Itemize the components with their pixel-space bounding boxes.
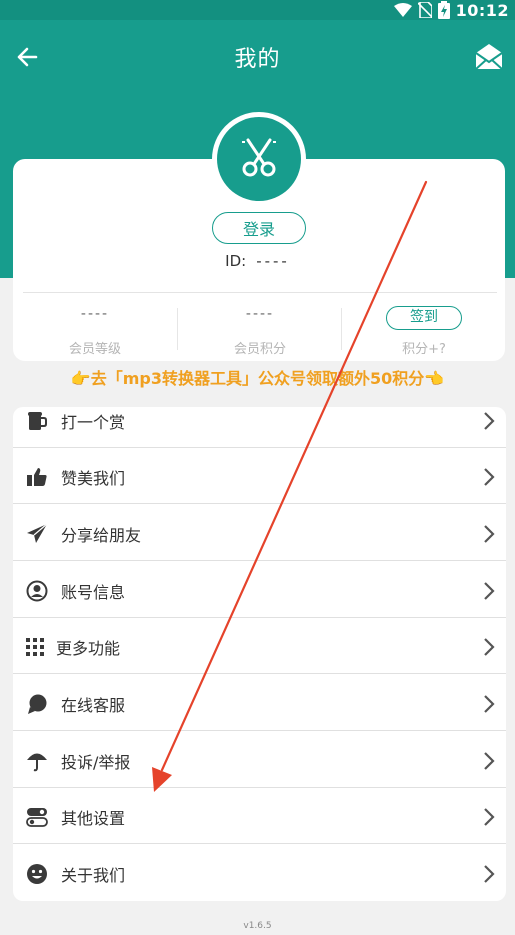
member-points-value: ---- bbox=[245, 306, 275, 322]
chevron-right-icon bbox=[484, 808, 495, 826]
app-logo bbox=[212, 112, 306, 206]
id-value: ---- bbox=[256, 252, 290, 270]
chevron-right-icon bbox=[484, 695, 495, 713]
chevron-right-icon bbox=[484, 752, 495, 770]
chevron-right-icon bbox=[484, 525, 495, 543]
menu-item-label: 其他设置 bbox=[61, 809, 126, 828]
chevron-right-icon bbox=[484, 412, 495, 430]
status-bar: 10:12 bbox=[0, 0, 515, 20]
member-level-value: ---- bbox=[80, 306, 110, 322]
menu-item-label: 关于我们 bbox=[61, 866, 126, 885]
member-points[interactable]: ---- 会员积分 bbox=[185, 306, 335, 357]
menu-item-label: 投诉/举报 bbox=[61, 753, 131, 772]
id-label: ID: bbox=[225, 252, 247, 270]
logo-badge bbox=[217, 117, 301, 201]
login-button[interactable]: 登录 bbox=[212, 212, 306, 244]
card-divider bbox=[23, 292, 497, 293]
sign-in-points-label: 积分+? bbox=[402, 342, 446, 357]
chat-bubble-icon bbox=[25, 692, 49, 716]
beer-mug-icon bbox=[25, 409, 49, 433]
menu-item-share[interactable]: 分享给朋友 bbox=[13, 505, 506, 561]
toggle-icon bbox=[25, 805, 49, 829]
user-circle-icon bbox=[25, 579, 49, 603]
member-points-label: 会员积分 bbox=[233, 342, 286, 357]
menu-item-label: 在线客服 bbox=[61, 696, 126, 715]
menu-item-label: 赞美我们 bbox=[61, 469, 126, 488]
battery-charging-icon bbox=[437, 1, 450, 19]
version-label: v1.6.5 bbox=[243, 921, 272, 931]
menu-item-customer-service[interactable]: 在线客服 bbox=[13, 675, 506, 731]
menu-item-label: 账号信息 bbox=[61, 583, 126, 602]
umbrella-icon bbox=[25, 749, 49, 773]
wifi-icon bbox=[393, 3, 412, 17]
chevron-right-icon bbox=[484, 865, 495, 883]
page-title: 我的 bbox=[234, 47, 281, 72]
member-level-label: 会员等级 bbox=[68, 342, 121, 357]
user-id: ID: ---- bbox=[0, 252, 515, 270]
menu-item-label: 更多功能 bbox=[56, 639, 121, 658]
member-level[interactable]: ---- 会员等级 bbox=[20, 306, 170, 357]
menu-item-label: 打一个赏 bbox=[61, 413, 126, 432]
divider bbox=[13, 560, 506, 561]
mail-icon bbox=[475, 44, 503, 70]
paper-plane-icon bbox=[25, 522, 49, 546]
divider bbox=[13, 730, 506, 731]
menu-item-report[interactable]: 投诉/举报 bbox=[13, 732, 506, 788]
sign-in-button[interactable]: 签到 bbox=[386, 306, 462, 330]
stat-divider bbox=[177, 308, 178, 350]
promo-banner[interactable]: 👉去「mp3转换器工具」公众号领取额外50积分👈 bbox=[0, 365, 515, 389]
divider bbox=[13, 503, 506, 504]
chevron-right-icon bbox=[484, 582, 495, 600]
sign-in-section: 签到 积分+? bbox=[349, 306, 499, 357]
status-icons: 10:12 bbox=[393, 0, 509, 20]
no-sim-icon bbox=[417, 2, 432, 18]
chevron-right-icon bbox=[484, 468, 495, 486]
menu-list: 打一个赏 赞美我们 分享给朋友 账号信息 更多功能 在线客服 投诉/举报 其他设… bbox=[13, 407, 506, 901]
menu-item-more-features[interactable]: 更多功能 bbox=[13, 618, 506, 674]
app-bar: 我的 bbox=[0, 20, 515, 92]
divider bbox=[13, 843, 506, 844]
divider bbox=[13, 673, 506, 674]
menu-item-reward[interactable]: 打一个赏 bbox=[13, 407, 506, 448]
menu-item-account[interactable]: 账号信息 bbox=[13, 562, 506, 618]
chevron-right-icon bbox=[484, 638, 495, 656]
scissors-icon bbox=[242, 138, 276, 177]
grid-icon bbox=[23, 635, 47, 659]
thumbs-up-icon bbox=[25, 465, 49, 489]
menu-item-other-settings[interactable]: 其他设置 bbox=[13, 788, 506, 844]
menu-item-label: 分享给朋友 bbox=[61, 526, 142, 545]
menu-item-praise[interactable]: 赞美我们 bbox=[13, 448, 506, 504]
mail-button[interactable] bbox=[471, 38, 507, 74]
stat-divider bbox=[341, 308, 342, 350]
smiley-icon bbox=[25, 862, 49, 886]
menu-item-about[interactable]: 关于我们 bbox=[13, 845, 506, 901]
status-time: 10:12 bbox=[455, 0, 509, 20]
